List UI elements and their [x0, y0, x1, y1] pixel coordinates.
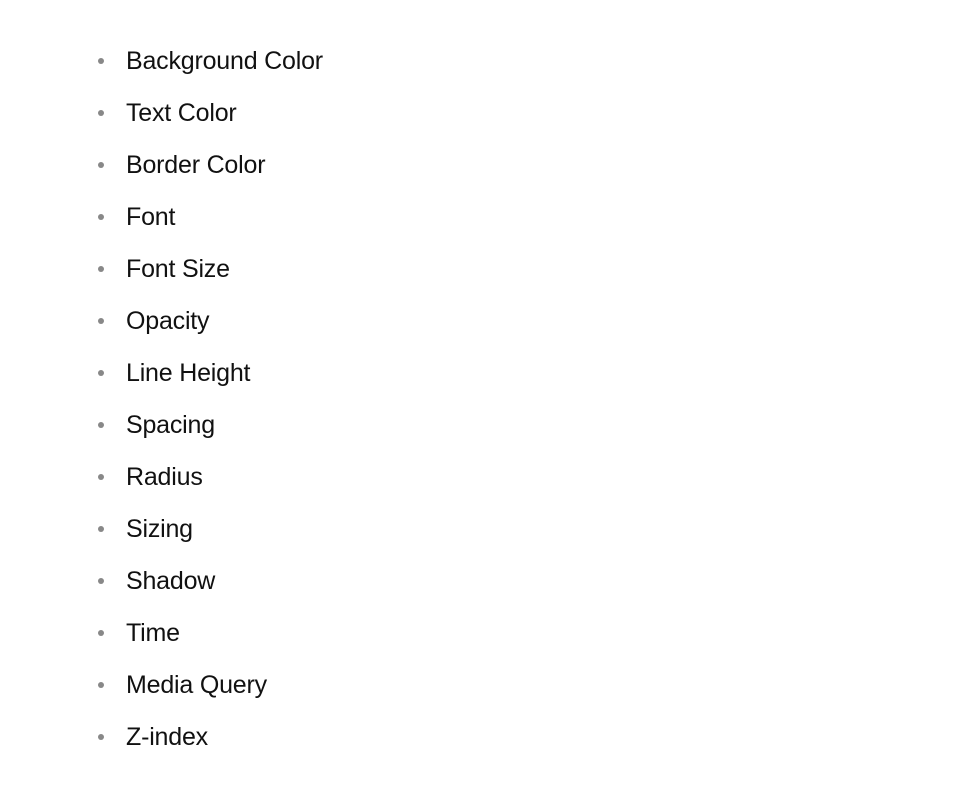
bullet-icon	[98, 370, 104, 376]
list-item: Shadow	[98, 555, 978, 607]
list-item-label: Font	[126, 203, 175, 232]
bullet-icon	[98, 266, 104, 272]
list-item: Media Query	[98, 659, 978, 711]
list-item-label: Text Color	[126, 99, 237, 128]
list-item-label: Font Size	[126, 255, 230, 284]
bullet-icon	[98, 110, 104, 116]
list-item-label: Line Height	[126, 359, 250, 388]
list-item-label: Time	[126, 619, 180, 648]
list-item-label: Z-index	[126, 723, 208, 752]
list-item-label: Opacity	[126, 307, 209, 336]
bullet-icon	[98, 630, 104, 636]
list-item-label: Radius	[126, 463, 203, 492]
bullet-icon	[98, 526, 104, 532]
list-item: Background Color	[98, 35, 978, 87]
bullet-icon	[98, 422, 104, 428]
list-item-label: Media Query	[126, 671, 267, 700]
list-item: Time	[98, 607, 978, 659]
bullet-icon	[98, 58, 104, 64]
bullet-icon	[98, 318, 104, 324]
list-item: Radius	[98, 451, 978, 503]
bullet-icon	[98, 162, 104, 168]
list-item: Z-index	[98, 711, 978, 763]
list-item: Sizing	[98, 503, 978, 555]
list-item: Border Color	[98, 139, 978, 191]
bullet-icon	[98, 682, 104, 688]
list-item-label: Shadow	[126, 567, 215, 596]
bullet-icon	[98, 578, 104, 584]
property-list: Background Color Text Color Border Color…	[98, 35, 978, 763]
list-item-label: Sizing	[126, 515, 193, 544]
list-item: Line Height	[98, 347, 978, 399]
bullet-icon	[98, 474, 104, 480]
list-item: Font	[98, 191, 978, 243]
list-item: Opacity	[98, 295, 978, 347]
list-item-label: Border Color	[126, 151, 265, 180]
list-item: Text Color	[98, 87, 978, 139]
bullet-icon	[98, 734, 104, 740]
list-item: Font Size	[98, 243, 978, 295]
bullet-icon	[98, 214, 104, 220]
list-item: Spacing	[98, 399, 978, 451]
list-item-label: Spacing	[126, 411, 215, 440]
list-item-label: Background Color	[126, 47, 323, 76]
